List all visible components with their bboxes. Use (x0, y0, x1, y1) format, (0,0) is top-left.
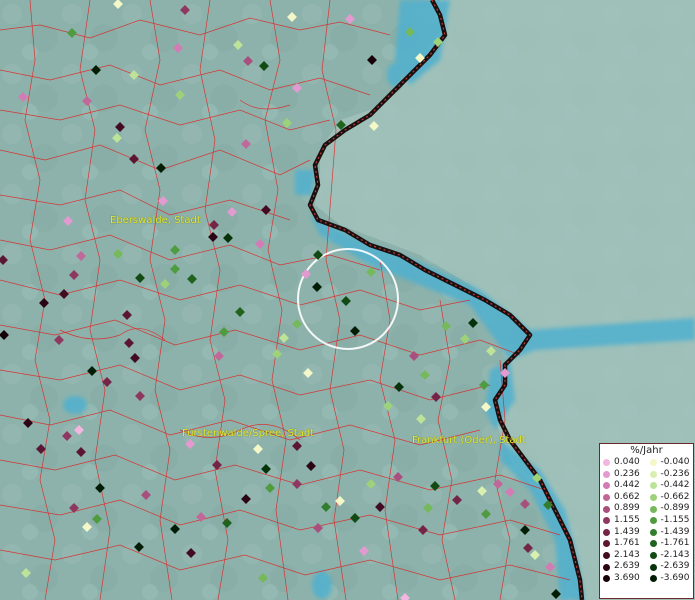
legend-swatch (603, 540, 610, 548)
place-label-frankfurt-oder: Frankfurt (Oder), Stadt (412, 435, 526, 446)
place-label-fuerstenwalde: Fürstenwalde/Spree, Stadt (182, 428, 315, 439)
legend-swatch (603, 459, 610, 467)
legend-value: -0.899 (660, 503, 690, 514)
legend-value: -0.442 (660, 480, 690, 491)
legend-swatch (649, 517, 657, 525)
legend-row: 1.155 -1.155 (600, 515, 693, 527)
legend-row: 3.690 -3.690 (600, 573, 693, 585)
legend-row: 0.236 -0.236 (600, 469, 693, 481)
legend-entry: 2.639 (600, 561, 647, 573)
legend-swatch (603, 528, 610, 536)
legend-value: 0.236 (614, 468, 640, 479)
legend-row: 1.439 -1.439 (600, 527, 693, 539)
legend-entry: 0.899 (600, 503, 647, 515)
legend-value: -1.155 (660, 514, 690, 525)
legend-entry: -0.236 (647, 469, 694, 481)
place-label-eberswalde: Eberswalde, Stadt (110, 215, 201, 226)
legend-value: 2.143 (614, 549, 640, 560)
legend-value: 0.662 (614, 491, 640, 502)
legend-swatch (603, 494, 610, 502)
legend-swatch (649, 482, 657, 490)
legend-value: -1.761 (660, 538, 690, 549)
legend-entry: 1.761 (600, 538, 647, 550)
legend-entry: -3.690 (647, 573, 694, 585)
legend-entry: 0.662 (600, 492, 647, 504)
legend-value: -0.040 (660, 457, 690, 467)
legend-row: 0.442 -0.442 (600, 480, 693, 492)
legend-swatch (603, 563, 610, 571)
legend-row: 0.899 -0.899 (600, 503, 693, 515)
legend-swatch (603, 470, 610, 478)
legend-value: -0.662 (660, 491, 690, 502)
legend-entry: 3.690 (600, 573, 647, 585)
legend-value: 0.899 (614, 503, 640, 514)
legend-entry: -0.662 (647, 492, 694, 504)
legend-entry: -1.155 (647, 515, 694, 527)
legend-row: 2.143 -2.143 (600, 550, 693, 562)
legend-entry: -1.439 (647, 527, 694, 539)
legend-swatch (649, 540, 657, 548)
legend-row: 1.761 -1.761 (600, 538, 693, 550)
legend-entry: -1.761 (647, 538, 694, 550)
legend-value: 0.040 (614, 457, 640, 467)
legend-value: -2.143 (660, 549, 690, 560)
legend-entry: -2.639 (647, 561, 694, 573)
legend-entry: -0.442 (647, 480, 694, 492)
legend-entry: -2.143 (647, 550, 694, 562)
legend-swatch (649, 505, 657, 513)
legend-value: 1.155 (614, 514, 640, 525)
legend-row: 0.040 -0.040 (600, 457, 693, 469)
legend-entry: -0.040 (647, 457, 694, 469)
legend-swatch (649, 470, 657, 478)
legend-value: -2.639 (660, 561, 690, 572)
legend-rows: 0.040 -0.040 0.236 -0.236 0.442 -0.442 0.662 -0… (600, 457, 693, 585)
legend-row: 0.662 -0.662 (600, 492, 693, 504)
legend-swatch (603, 505, 610, 513)
legend-entry: 1.155 (600, 515, 647, 527)
legend-value: 3.690 (614, 572, 640, 583)
legend-value: 2.639 (614, 561, 640, 572)
legend-entry: 1.439 (600, 527, 647, 539)
legend-swatch (649, 563, 657, 571)
legend-swatch (649, 575, 657, 583)
legend-entry: 0.442 (600, 480, 647, 492)
legend-swatch (603, 575, 610, 583)
legend-value: 0.442 (614, 480, 640, 491)
legend-value: 1.761 (614, 538, 640, 549)
map-canvas[interactable] (0, 0, 695, 600)
legend-value: 1.439 (614, 526, 640, 537)
legend-entry: -0.899 (647, 503, 694, 515)
legend-swatch (603, 482, 610, 490)
legend-swatch (603, 517, 610, 525)
legend-entry: 0.236 (600, 469, 647, 481)
map-legend: %/Jahr 0.040 -0.040 0.236 -0.236 0.442 -0.442… (599, 443, 694, 599)
legend-title: %/Jahr (630, 445, 663, 456)
legend-entry: 0.040 (600, 457, 647, 469)
legend-value: -1.439 (660, 526, 690, 537)
legend-swatch (649, 459, 657, 467)
legend-value: -3.690 (660, 572, 690, 583)
legend-swatch (649, 528, 657, 536)
legend-value: -0.236 (660, 468, 690, 479)
legend-row: 2.639 -2.639 (600, 561, 693, 573)
legend-entry: 2.143 (600, 550, 647, 562)
legend-swatch (649, 494, 657, 502)
legend-swatch (649, 552, 657, 560)
legend-swatch (603, 552, 610, 560)
